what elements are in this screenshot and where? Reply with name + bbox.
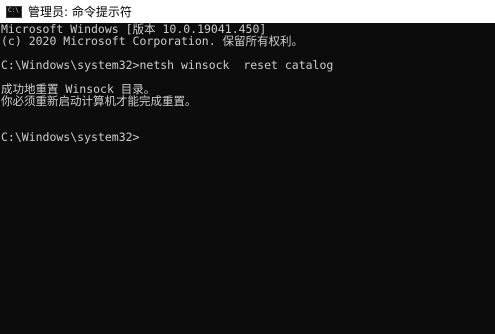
console-prompt: C:\Windows\system32> bbox=[1, 130, 140, 144]
console-command-line: C:\Windows\system32>netsh winsock reset … bbox=[1, 58, 334, 72]
console-prompt-line[interactable]: C:\Windows\system32> bbox=[1, 131, 495, 143]
title-bar[interactable]: C:\ 管理员: 命令提示符 bbox=[0, 0, 495, 23]
console-header-line-2: (c) 2020 Microsoft Corporation. 保留所有权利。 bbox=[1, 34, 304, 48]
cmd-icon-glyph: C:\ bbox=[8, 6, 19, 14]
command-prompt-window: C:\ 管理员: 命令提示符 Microsoft Windows [版本 10.… bbox=[0, 0, 495, 334]
cmd-icon[interactable]: C:\ bbox=[6, 5, 22, 18]
console-output-area[interactable]: Microsoft Windows [版本 10.0.19041.450] (c… bbox=[0, 23, 495, 334]
window-title: 管理员: 命令提示符 bbox=[28, 5, 132, 19]
console-output-line-2: 你必须重新启动计算机才能完成重置。 bbox=[1, 94, 197, 108]
